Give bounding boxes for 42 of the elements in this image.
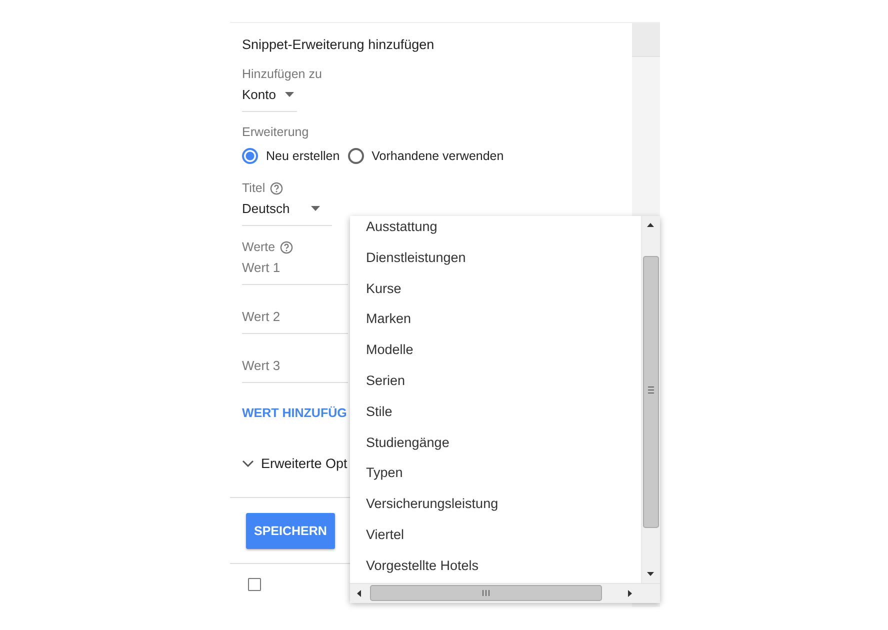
dropdown-option[interactable]: Vorgestellte Hotels xyxy=(350,556,641,583)
help-icon[interactable] xyxy=(270,182,284,194)
field-label: Titel xyxy=(242,181,266,195)
radio-option[interactable]: Vorhandene verwenden xyxy=(348,148,504,164)
dropdown-option[interactable]: Modelle xyxy=(350,340,641,371)
account-select[interactable]: Konto xyxy=(242,87,297,112)
dropdown-option[interactable]: Typen xyxy=(350,463,641,494)
dropdown-option[interactable]: Versicherungsleistung xyxy=(350,494,641,525)
scroll-down-icon[interactable] xyxy=(647,572,654,576)
advanced-options-toggle[interactable]: Erweiterte Opt xyxy=(261,456,348,471)
dropdown-option[interactable]: Marken xyxy=(350,309,641,340)
field-label: Hinzufügen zu xyxy=(242,67,323,81)
radio-button[interactable] xyxy=(242,148,258,164)
scroll-left-icon[interactable] xyxy=(357,590,361,597)
value-field[interactable]: Wert 3 xyxy=(242,358,348,383)
help-icon[interactable] xyxy=(280,240,294,254)
value-field[interactable]: Wert 1 xyxy=(242,260,348,285)
dropdown-option[interactable]: Viertel xyxy=(350,524,641,556)
vertical-scrollbar[interactable] xyxy=(641,216,660,583)
dropdown-caret-icon xyxy=(284,92,294,97)
dialog-title: Snippet-Erweiterung hinzufügen xyxy=(242,37,436,52)
dropdown-option[interactable]: Studiengänge xyxy=(350,432,641,464)
scroll-thumb[interactable] xyxy=(643,256,659,528)
horizontal-scrollbar[interactable] xyxy=(350,583,660,603)
value-field[interactable]: Wert 2 xyxy=(242,309,348,334)
dropdown-caret-icon xyxy=(311,206,320,211)
dropdown-option[interactable]: Stile xyxy=(350,402,641,433)
dropdown-option[interactable]: Dienstleistungen xyxy=(350,248,641,279)
radio-button[interactable] xyxy=(348,148,364,164)
dropdown-option[interactable]: Serien xyxy=(350,370,641,402)
add-value-link[interactable]: WERT HINZUFÜG xyxy=(242,406,347,420)
save-button[interactable]: SPEICHERN xyxy=(246,513,335,549)
language-select[interactable]: Deutsch xyxy=(242,201,332,226)
field-label: Werte xyxy=(242,240,276,254)
scroll-up-icon[interactable] xyxy=(647,223,654,227)
dropdown-option[interactable]: Kurse xyxy=(350,278,641,310)
scroll-thumb[interactable] xyxy=(370,585,602,601)
row-checkbox[interactable] xyxy=(248,578,261,591)
chevron-icon[interactable] xyxy=(242,460,254,467)
dropdown-option[interactable]: Ausstattung xyxy=(350,217,641,248)
radio-option[interactable]: Neu erstellen xyxy=(242,148,340,164)
field-label: Erweiterung xyxy=(242,125,310,139)
